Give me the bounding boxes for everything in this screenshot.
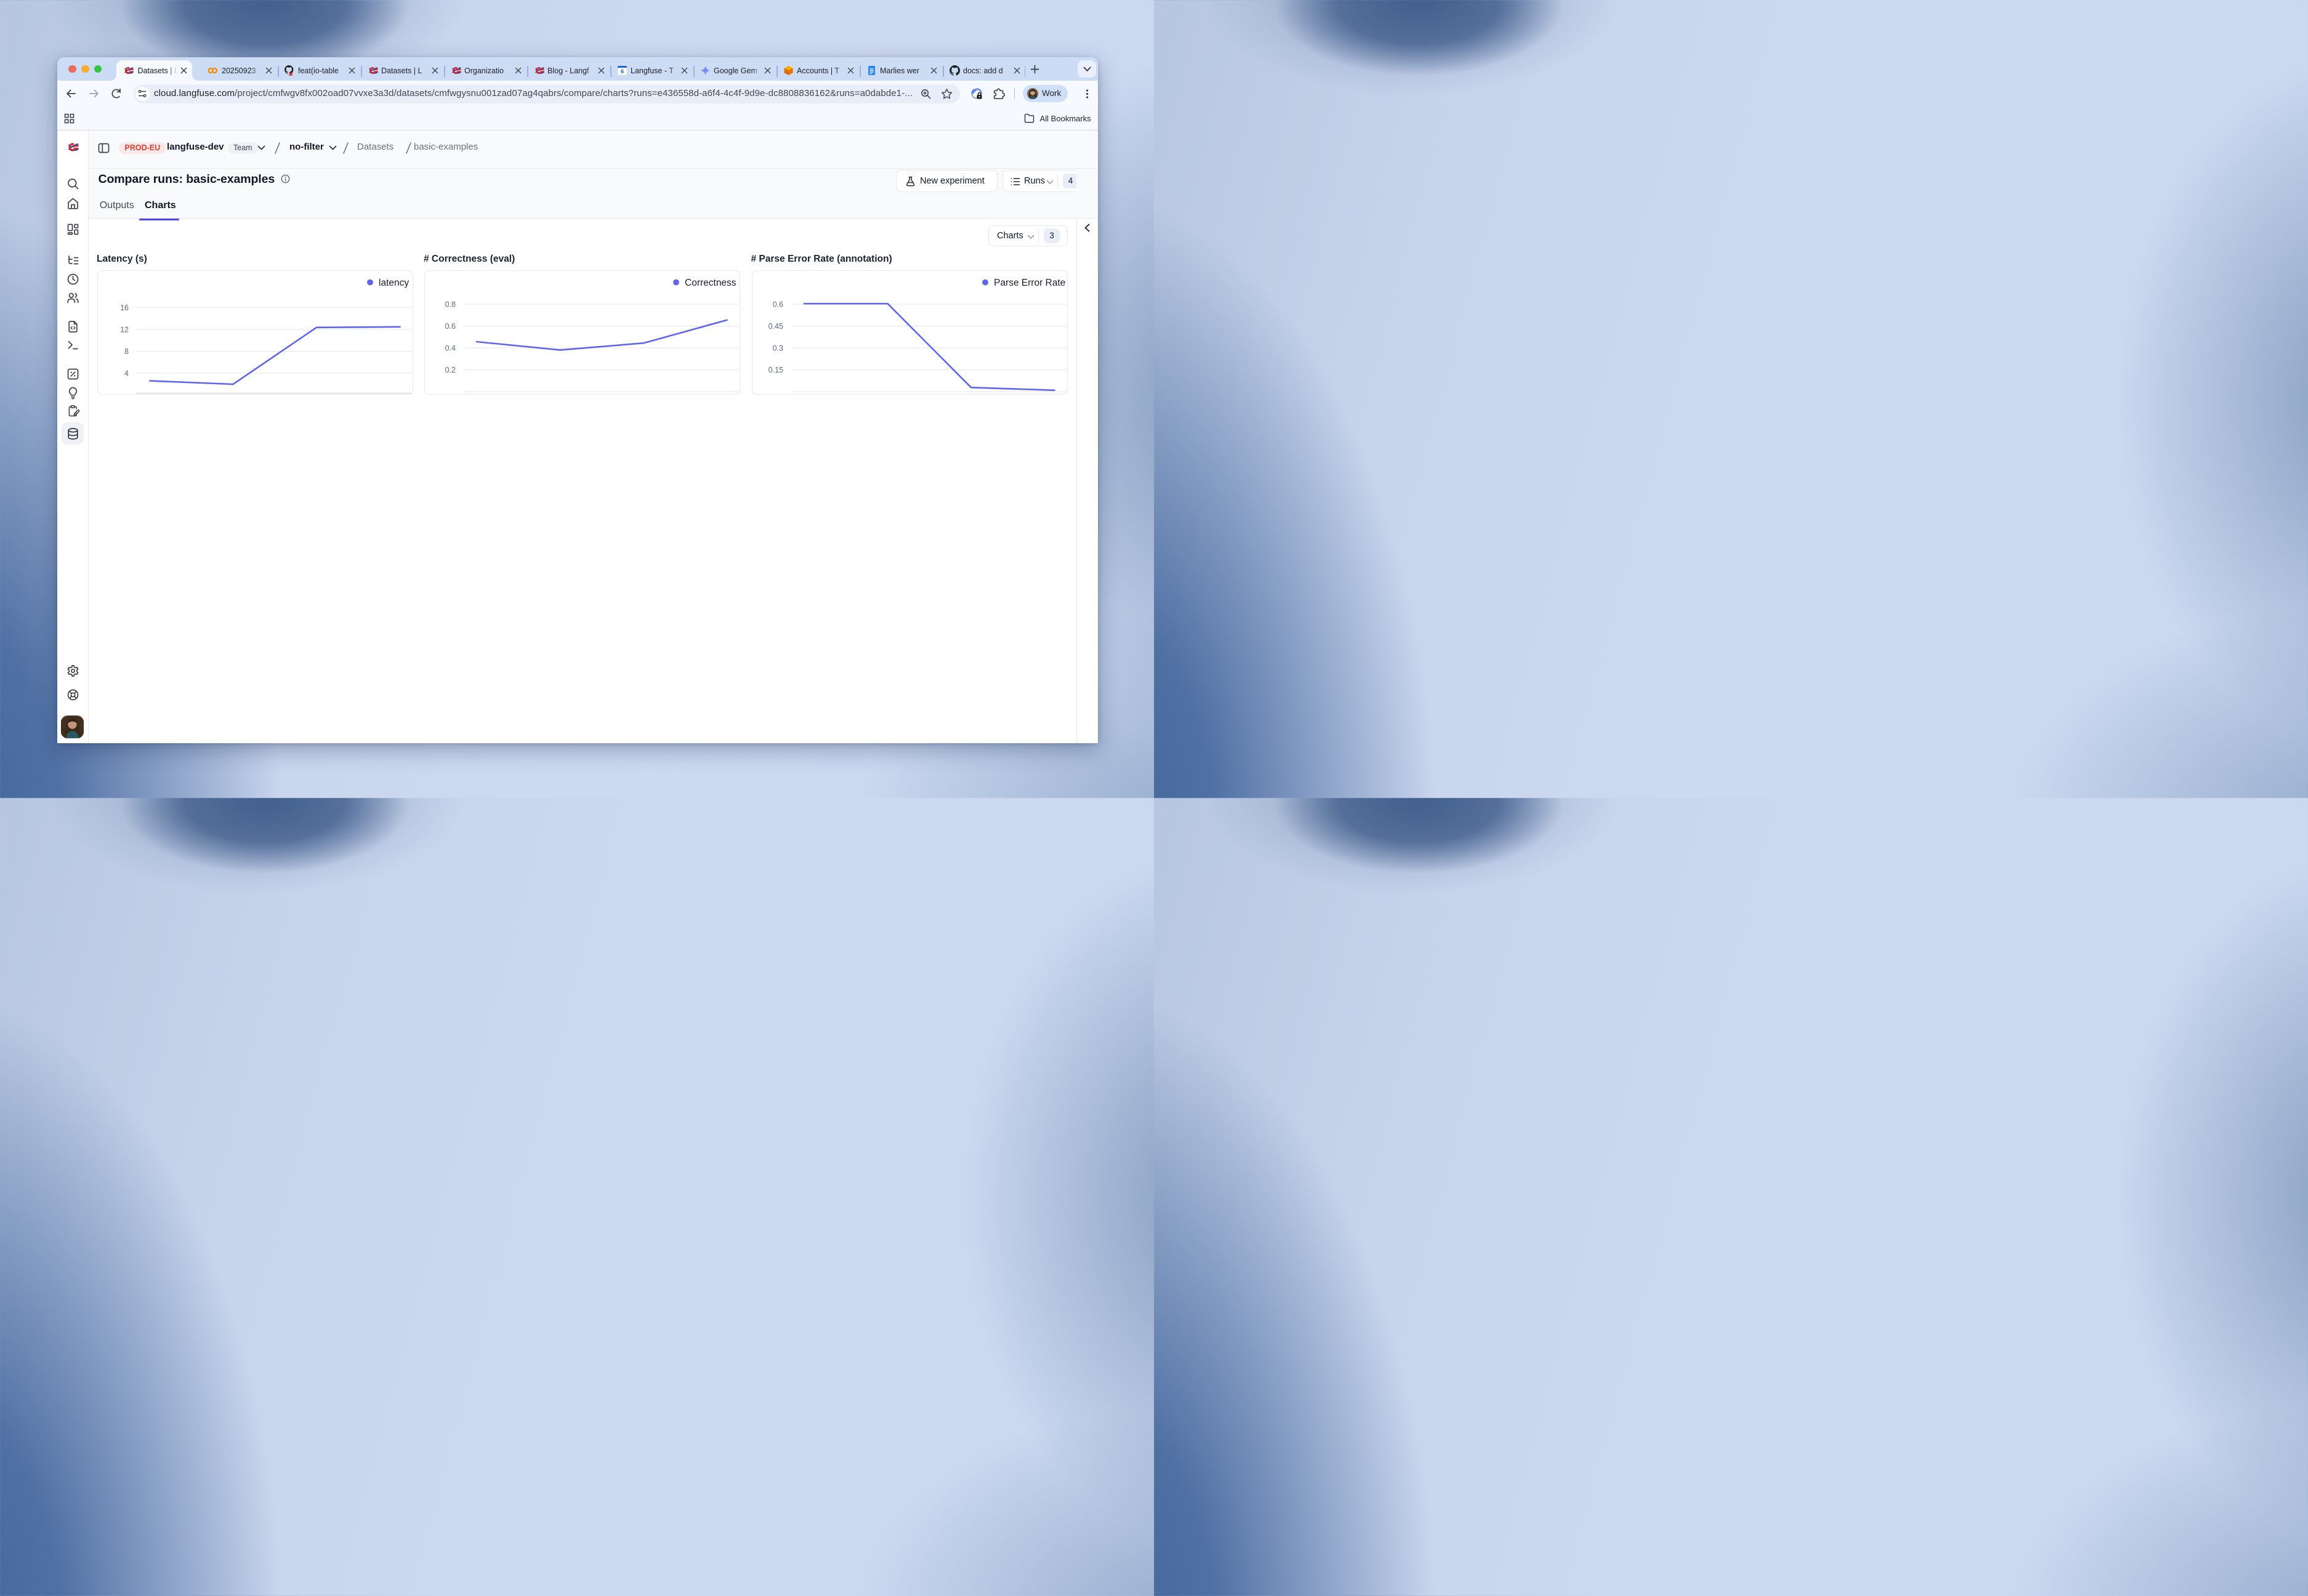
svg-text:12: 12 xyxy=(120,326,129,334)
svg-text:0.4: 0.4 xyxy=(445,344,456,353)
svg-text:16: 16 xyxy=(120,304,129,312)
svg-text:latency: latency xyxy=(379,278,409,288)
svg-text:0.3: 0.3 xyxy=(772,344,783,353)
svg-text:Correctness: Correctness xyxy=(685,278,736,288)
svg-text:8: 8 xyxy=(124,347,129,356)
svg-text:0.6: 0.6 xyxy=(772,300,783,309)
svg-text:0.15: 0.15 xyxy=(768,366,783,374)
svg-text:6: 6 xyxy=(621,68,624,75)
svg-text:4: 4 xyxy=(124,369,129,378)
svg-text:0.6: 0.6 xyxy=(445,322,456,331)
svg-text:0.45: 0.45 xyxy=(768,322,783,331)
svg-text:0.2: 0.2 xyxy=(445,366,456,374)
svg-text:0.8: 0.8 xyxy=(445,300,456,309)
svg-text:Parse Error Rate: Parse Error Rate xyxy=(994,278,1065,288)
